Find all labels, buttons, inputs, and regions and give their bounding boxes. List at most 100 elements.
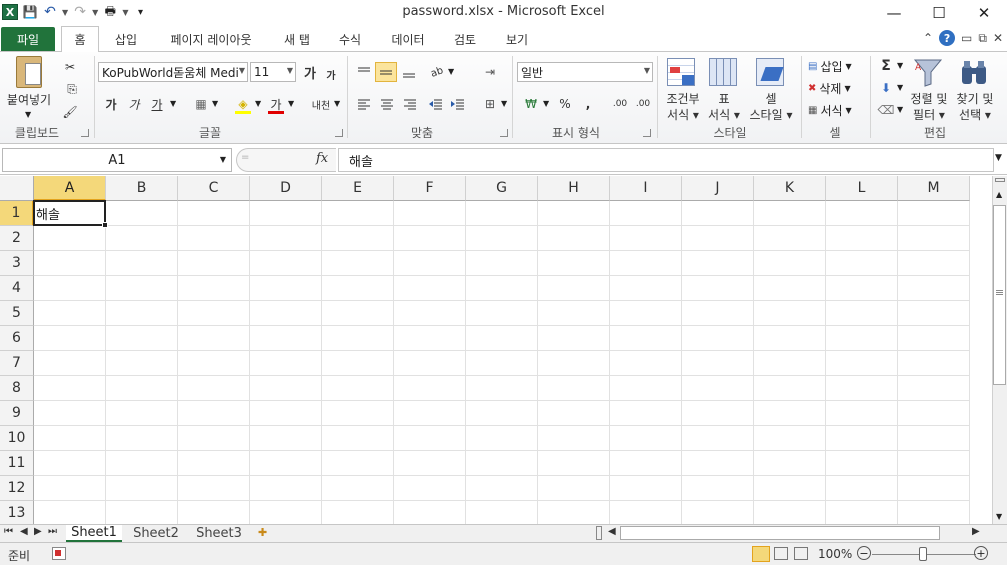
cell-g5[interactable] xyxy=(466,301,538,326)
cell-l6[interactable] xyxy=(826,326,898,351)
cell-a11[interactable] xyxy=(34,451,106,476)
cell-m5[interactable] xyxy=(898,301,970,326)
conditional-format-button[interactable]: 조건부 서식 ▾ xyxy=(663,56,703,124)
font-launcher-icon[interactable] xyxy=(335,129,343,137)
cell-g8[interactable] xyxy=(466,376,538,401)
cell-j12[interactable] xyxy=(682,476,754,501)
ribbon-collapse-icon[interactable]: ⌃ xyxy=(923,31,933,45)
cell-d9[interactable] xyxy=(250,401,322,426)
number-format-dropdown-icon[interactable]: ▼ xyxy=(644,66,650,75)
cell-d2[interactable] xyxy=(250,226,322,251)
cell-g6[interactable] xyxy=(466,326,538,351)
cell-b7[interactable] xyxy=(106,351,178,376)
cell-e8[interactable] xyxy=(322,376,394,401)
cell-k5[interactable] xyxy=(754,301,826,326)
cell-c8[interactable] xyxy=(178,376,250,401)
cell-a3[interactable] xyxy=(34,251,106,276)
cell-g12[interactable] xyxy=(466,476,538,501)
cell-i1[interactable] xyxy=(610,201,682,226)
workbook-restore-icon[interactable]: ⧉ xyxy=(978,31,987,46)
cell-a6[interactable] xyxy=(34,326,106,351)
column-header-e[interactable]: E xyxy=(322,176,394,201)
insert-function-icon[interactable]: fx xyxy=(316,151,328,166)
cell-k13[interactable] xyxy=(754,501,826,524)
scroll-up-icon[interactable]: ▲ xyxy=(996,190,1002,199)
cell-c2[interactable] xyxy=(178,226,250,251)
cell-k6[interactable] xyxy=(754,326,826,351)
cell-b12[interactable] xyxy=(106,476,178,501)
percent-button[interactable]: % xyxy=(555,94,575,114)
cell-g13[interactable] xyxy=(466,501,538,524)
formula-input[interactable]: 해솔 xyxy=(338,148,994,172)
cell-m6[interactable] xyxy=(898,326,970,351)
cell-l12[interactable] xyxy=(826,476,898,501)
tab-formulas[interactable]: 수식 xyxy=(328,26,372,52)
next-sheet-icon[interactable]: ▶ xyxy=(34,526,42,537)
row-header-2[interactable]: 2 xyxy=(0,226,34,251)
merge-center-icon[interactable]: ⊞ xyxy=(479,94,501,114)
cell-a7[interactable] xyxy=(34,351,106,376)
cell-i10[interactable] xyxy=(610,426,682,451)
cell-g7[interactable] xyxy=(466,351,538,376)
tab-insert[interactable]: 삽입 xyxy=(104,26,148,52)
cell-c5[interactable] xyxy=(178,301,250,326)
cell-f6[interactable] xyxy=(394,326,466,351)
cell-i9[interactable] xyxy=(610,401,682,426)
fill-handle[interactable] xyxy=(102,222,108,228)
cell-e4[interactable] xyxy=(322,276,394,301)
cell-d5[interactable] xyxy=(250,301,322,326)
grow-font-button[interactable]: 가 xyxy=(300,62,320,82)
name-box-dropdown-icon[interactable]: ▼ xyxy=(220,155,226,164)
align-top-icon[interactable] xyxy=(354,62,374,82)
font-name-dropdown-icon[interactable]: ▼ xyxy=(239,66,245,75)
cell-b9[interactable] xyxy=(106,401,178,426)
cell-b4[interactable] xyxy=(106,276,178,301)
cell-j2[interactable] xyxy=(682,226,754,251)
phonetic-guide-button[interactable]: 내천 xyxy=(308,94,334,114)
cell-b1[interactable] xyxy=(106,201,178,226)
number-format-combo[interactable]: 일반 ▼ xyxy=(517,62,653,82)
cell-e1[interactable] xyxy=(322,201,394,226)
font-size-dropdown-icon[interactable]: ▼ xyxy=(287,66,293,75)
cell-f3[interactable] xyxy=(394,251,466,276)
bold-button[interactable]: 가 xyxy=(101,94,121,114)
cell-c7[interactable] xyxy=(178,351,250,376)
align-bottom-icon[interactable] xyxy=(399,62,419,82)
cell-c4[interactable] xyxy=(178,276,250,301)
cell-m8[interactable] xyxy=(898,376,970,401)
cell-b11[interactable] xyxy=(106,451,178,476)
italic-button[interactable]: 가 xyxy=(124,94,144,114)
cell-d7[interactable] xyxy=(250,351,322,376)
autosum-icon[interactable]: Σ xyxy=(876,56,896,76)
row-header-13[interactable]: 13 xyxy=(0,501,34,524)
cell-j6[interactable] xyxy=(682,326,754,351)
cell-c9[interactable] xyxy=(178,401,250,426)
cell-j3[interactable] xyxy=(682,251,754,276)
cell-m12[interactable] xyxy=(898,476,970,501)
format-as-table-button[interactable]: 표 서식 ▾ xyxy=(706,56,742,124)
cell-b2[interactable] xyxy=(106,226,178,251)
cell-e11[interactable] xyxy=(322,451,394,476)
cell-e2[interactable] xyxy=(322,226,394,251)
column-header-m[interactable]: M xyxy=(898,176,970,201)
column-header-d[interactable]: D xyxy=(250,176,322,201)
workbook-close-icon[interactable]: ✕ xyxy=(993,31,1003,45)
row-header-6[interactable]: 6 xyxy=(0,326,34,351)
increase-decimal-button[interactable]: .00 xyxy=(609,94,631,114)
cell-i6[interactable] xyxy=(610,326,682,351)
decrease-indent-icon[interactable] xyxy=(426,94,446,114)
cell-i3[interactable] xyxy=(610,251,682,276)
cell-l1[interactable] xyxy=(826,201,898,226)
cell-c3[interactable] xyxy=(178,251,250,276)
cell-i8[interactable] xyxy=(610,376,682,401)
cell-d4[interactable] xyxy=(250,276,322,301)
underline-button[interactable]: 가 xyxy=(147,94,167,114)
row-header-9[interactable]: 9 xyxy=(0,401,34,426)
cell-k10[interactable] xyxy=(754,426,826,451)
cell-k12[interactable] xyxy=(754,476,826,501)
select-all-corner[interactable] xyxy=(0,176,34,201)
cell-d12[interactable] xyxy=(250,476,322,501)
cell-a13[interactable] xyxy=(34,501,106,524)
column-header-g[interactable]: G xyxy=(466,176,538,201)
tab-page-layout[interactable]: 페이지 레이아웃 xyxy=(158,26,264,52)
